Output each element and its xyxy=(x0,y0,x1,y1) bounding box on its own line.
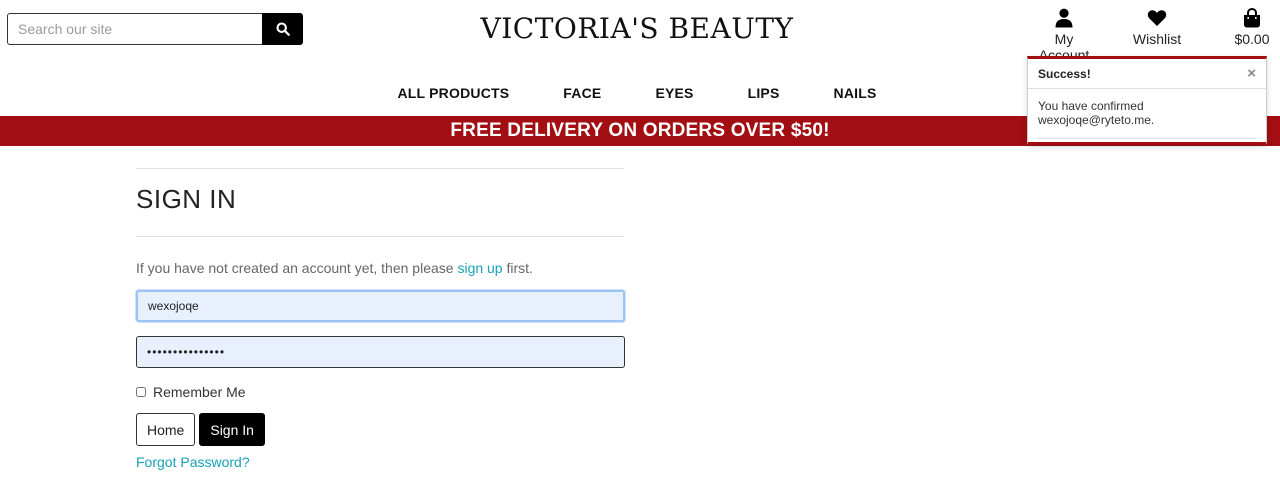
nav-all-products[interactable]: ALL PRODUCTS xyxy=(397,85,509,101)
heading-divider xyxy=(136,236,624,237)
signup-prompt-after: first. xyxy=(502,260,533,276)
toast-message: You have confirmed wexojoqe@ryteto.me. xyxy=(1038,99,1155,127)
form-buttons: Home Sign In xyxy=(136,413,624,446)
success-toast: Success! × You have confirmed wexojoqe@r… xyxy=(1027,56,1267,145)
wishlist-link[interactable]: Wishlist xyxy=(1131,8,1183,47)
signup-prompt: If you have not created an account yet, … xyxy=(136,260,624,276)
user-icon xyxy=(1055,8,1073,28)
signin-button[interactable]: Sign In xyxy=(199,413,265,446)
signup-prompt-before: If you have not created an account yet, … xyxy=(136,260,458,276)
password-field[interactable] xyxy=(136,336,625,368)
remember-me-label: Remember Me xyxy=(153,384,246,400)
toast-header: Success! × xyxy=(1028,59,1266,89)
toast-body: You have confirmed wexojoqe@ryteto.me. xyxy=(1028,89,1266,139)
bag-total: $0.00 xyxy=(1234,31,1270,47)
signup-link[interactable]: sign up xyxy=(457,260,502,276)
username-field[interactable] xyxy=(136,290,625,322)
heart-icon xyxy=(1147,10,1167,26)
nav-face[interactable]: FACE xyxy=(563,85,601,101)
signin-section: SIGN IN If you have not created an accou… xyxy=(136,168,625,470)
toast-title: Success! xyxy=(1038,66,1091,81)
nav-eyes[interactable]: EYES xyxy=(655,85,693,101)
shopping-bag-icon xyxy=(1244,8,1260,28)
forgot-password-link[interactable]: Forgot Password? xyxy=(136,454,624,470)
nav-nails[interactable]: NAILS xyxy=(834,85,877,101)
close-icon[interactable]: × xyxy=(1247,65,1256,82)
nav-lips[interactable]: LIPS xyxy=(748,85,780,101)
top-divider xyxy=(136,168,624,169)
remember-me[interactable]: Remember Me xyxy=(136,384,624,400)
toast-divider xyxy=(1038,131,1256,139)
shopping-bag-link[interactable]: $0.00 xyxy=(1234,8,1270,47)
page-title: SIGN IN xyxy=(136,184,237,214)
remember-me-checkbox[interactable] xyxy=(136,387,146,397)
my-account-link[interactable]: My Account xyxy=(1028,8,1100,63)
home-button[interactable]: Home xyxy=(136,413,196,446)
wishlist-label: Wishlist xyxy=(1132,31,1182,47)
